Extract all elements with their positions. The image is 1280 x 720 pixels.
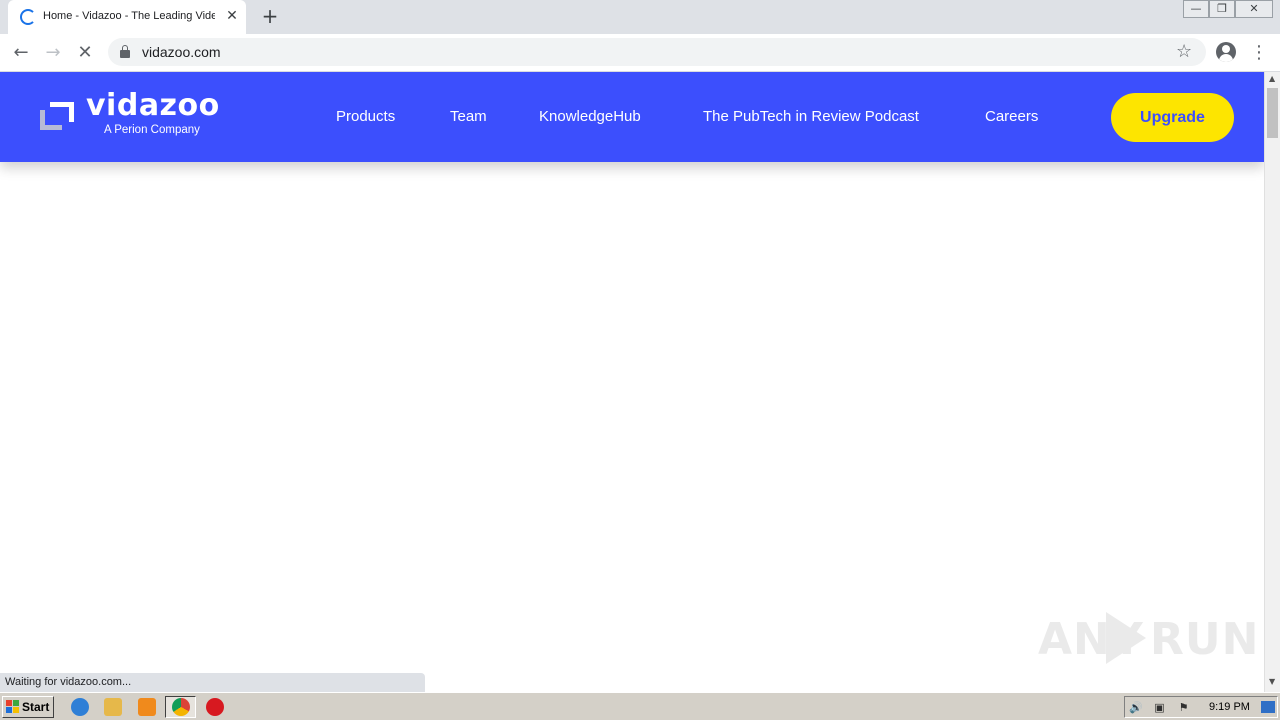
scroll-down-icon[interactable]: ▼ — [1269, 677, 1275, 686]
windows-taskbar: Start 🔊 ▣ ⚑ 9:19 PM — [0, 692, 1280, 720]
browser-menu-icon[interactable]: ⋮ — [1250, 40, 1268, 66]
restore-button[interactable]: ❐ — [1209, 0, 1235, 18]
vertical-scrollbar[interactable]: ▲ ▼ — [1264, 72, 1280, 692]
system-tray: 🔊 ▣ ⚑ 9:19 PM — [1124, 696, 1278, 718]
scroll-thumb[interactable] — [1267, 88, 1278, 138]
nav-podcast[interactable]: The PubTech in Review Podcast — [703, 108, 919, 125]
forward-icon[interactable]: → — [40, 40, 66, 66]
logo-tagline: A Perion Company — [104, 124, 200, 136]
stop-loading-icon[interactable]: ✕ — [72, 40, 98, 66]
browser-tab[interactable]: Home - Vidazoo - The Leading Video Techn… — [8, 0, 246, 34]
security-app-icon[interactable] — [206, 698, 224, 716]
watermark-play-icon — [1106, 612, 1146, 664]
tab-title: Home - Vidazoo - The Leading Video Techn… — [43, 10, 215, 22]
taskbar-clock[interactable]: 9:19 PM — [1209, 701, 1250, 713]
upgrade-button[interactable]: Upgrade — [1111, 93, 1234, 142]
close-window-button[interactable]: ✕ — [1235, 0, 1273, 18]
internet-explorer-icon[interactable] — [71, 698, 89, 716]
volume-icon[interactable]: 🔊 — [1129, 701, 1143, 714]
bookmark-star-icon[interactable]: ☆ — [1176, 41, 1192, 62]
status-bubble: Waiting for vidazoo.com... — [0, 673, 425, 692]
vidazoo-logo-icon[interactable] — [40, 102, 74, 130]
file-explorer-icon[interactable] — [104, 698, 122, 716]
browser-toolbar: ← → ✕ vidazoo.com ☆ ⋮ — [0, 34, 1280, 72]
chrome-taskbar-button[interactable] — [165, 696, 196, 718]
show-desktop-icon[interactable] — [1261, 701, 1275, 713]
back-icon[interactable]: ← — [8, 40, 34, 66]
media-player-icon[interactable] — [138, 698, 156, 716]
url-text[interactable]: vidazoo.com — [142, 44, 221, 60]
anyrun-watermark: ANY RUN — [1038, 606, 1258, 672]
nav-careers[interactable]: Careers — [985, 108, 1038, 125]
start-button[interactable]: Start — [2, 696, 54, 718]
page-viewport: vidazoo A Perion Company Products Team K… — [0, 72, 1264, 692]
site-header: vidazoo A Perion Company Products Team K… — [0, 72, 1264, 162]
tab-strip: Home - Vidazoo - The Leading Video Techn… — [0, 0, 1280, 34]
nav-team[interactable]: Team — [450, 108, 487, 125]
minimize-button[interactable]: — — [1183, 0, 1209, 18]
nav-knowledgehub[interactable]: KnowledgeHub — [539, 108, 641, 125]
scroll-up-icon[interactable]: ▲ — [1269, 74, 1275, 83]
lock-icon[interactable] — [120, 45, 130, 58]
nav-products[interactable]: Products — [336, 108, 395, 125]
watermark-right: RUN — [1150, 614, 1260, 665]
chrome-icon — [172, 698, 190, 716]
logo-wordmark[interactable]: vidazoo — [86, 88, 220, 123]
action-center-flag-icon[interactable]: ⚑ — [1177, 701, 1190, 714]
profile-avatar-icon[interactable] — [1216, 42, 1236, 62]
address-bar[interactable]: vidazoo.com ☆ — [108, 38, 1206, 66]
network-icon[interactable]: ▣ — [1153, 701, 1166, 714]
start-label: Start — [22, 700, 50, 714]
windows-logo-icon — [6, 700, 20, 714]
tab-close-icon[interactable]: ✕ — [223, 7, 241, 25]
screen: Home - Vidazoo - The Leading Video Techn… — [0, 0, 1280, 720]
new-tab-icon[interactable]: + — [258, 5, 282, 29]
loading-spinner-icon — [20, 9, 36, 25]
